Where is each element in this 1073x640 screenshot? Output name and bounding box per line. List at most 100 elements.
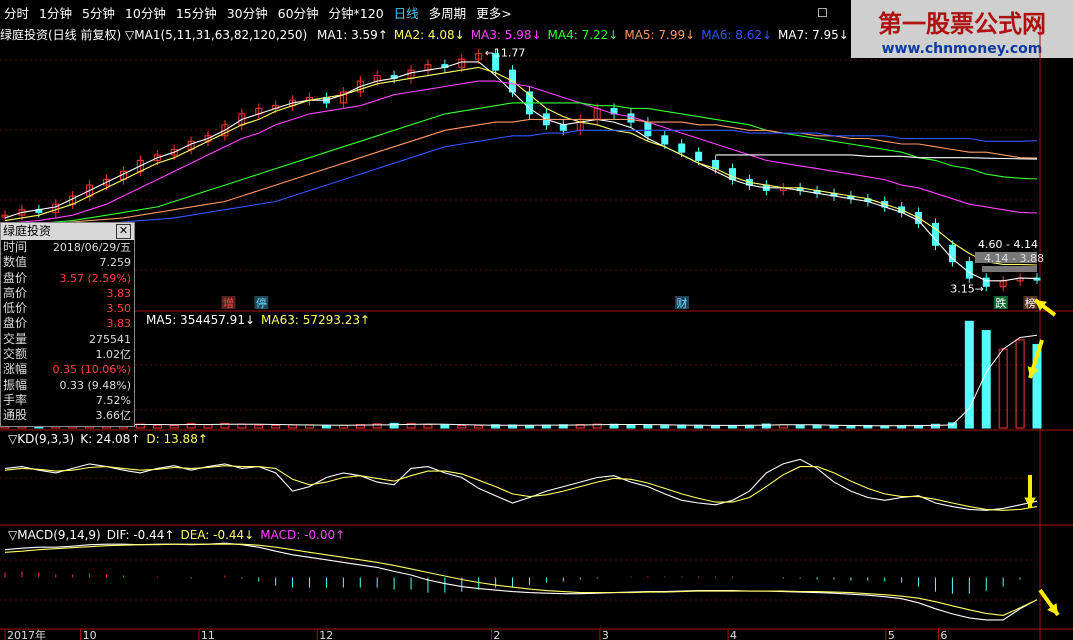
x-tick-label: 3 [602,629,609,640]
volume-bar [203,424,213,429]
macd-label-3: MACD: -0.00↑ [260,528,346,542]
zone-box-2 [982,266,1037,272]
macd_dea-line [4,543,1038,616]
price-ma2-line [4,66,1038,266]
volume-bar [389,422,399,429]
info-row-label: 低价 [3,301,28,316]
volume-bar [643,424,653,429]
macd-label-1: DIF: -0.44↑ [106,528,175,542]
x-tick-label: 2017年 [7,628,46,640]
info-row: 交额 1.02亿 [1,347,134,362]
volume-bar [474,425,484,429]
candle-body [559,124,567,131]
volume-bar [271,424,281,429]
ma-label-5: MA6: 8.62↓ [701,28,773,42]
volume-bar [626,424,636,429]
info-row-value: 3.66亿 [95,409,132,423]
volume-header: MA5: 354457.91↓ MA63: 57293.23↑ [140,313,370,327]
x-tick-label: 2 [493,629,500,640]
zone-upper-label: 4.60 - 4.14 [978,238,1038,251]
info-row: 时间 2018/06/29/五 [1,240,134,255]
info-row: 盘价 3.57 (2.59%) [1,271,134,286]
macd-label-2: DEA: -0.44↓ [180,528,255,542]
info-row-label: 盘价 [3,270,28,285]
ma-label-1: MA2: 4.08↓ [393,28,465,42]
volume-bar [660,425,670,429]
x-tick-label: 4 [730,629,737,640]
info-row: 低价 3.50 [1,301,134,316]
candle-body [644,121,652,137]
info-row-value: 7.259 [99,256,132,270]
kd_d-line [4,465,1038,511]
info-row: 手率 7.52% [1,393,134,408]
info-row-value: 0.33 (9.48%) [59,378,131,392]
info-row-value: 1.02亿 [95,348,132,362]
event-marker-text: 停 [256,296,267,310]
info-row: 交量 275541 [1,332,134,347]
kd-label-0: ▽KD(9,3,3) [8,432,75,446]
volume-bar [998,348,1008,429]
volume-ma5-line [4,334,1038,427]
ma-label-4: MA5: 7.99↓ [624,28,696,42]
candle-body [661,135,669,145]
info-row-label: 时间 [3,240,28,254]
stock-title: 绿庭投资(日线 前复权) [0,28,122,42]
volume-bar [964,320,974,429]
info-row-value: 3.57 (2.59%) [59,271,131,285]
event-marker-text: 财 [677,296,688,310]
info-row: 盘价 3.83 [1,316,134,331]
volume-bar [541,424,551,429]
volume-bar [727,425,737,429]
volume-bar [440,424,450,429]
info-row-value: 3.83 [106,286,132,300]
volume-bar [812,425,822,429]
info-row: 高价 3.83 [1,286,134,301]
volume-bar [880,425,890,429]
info-row-label: 通股 [3,408,28,423]
volume-bar [169,424,179,429]
event-marker-text: 榜 [1025,296,1036,310]
info-row-value: 275541 [89,332,131,346]
volume-bar [423,424,433,429]
volume-bar [288,424,298,429]
x-tick-label: 12 [319,629,333,640]
info-panel[interactable]: 绿庭投资 ✕ 时间 2018/06/29/五 数值 7.259 盘价 3.57 (2.59… [0,222,135,427]
ma-label-2: MA3: 5.98↓ [470,28,542,42]
high-price-label: ←11.77 [485,47,526,60]
kd-header: ▽KD(9,3,3) K: 24.08↑ D: 13.88↑ [2,432,208,446]
volume-bar [795,424,805,429]
volume-bar [152,424,162,429]
kd_k-line [4,458,1038,511]
info-row-value: 3.83 [106,317,132,331]
info-row-label: 涨幅 [3,362,28,377]
x-tick-label: 5 [888,629,895,640]
info-row-label: 盘价 [3,316,28,331]
info-row-label: 手率 [3,392,28,407]
kd-label-1: K: 24.08↑ [80,432,141,446]
main-chart-header: 绿庭投资(日线 前复权) ▽MA1(5,11,31,63,82,120,250)… [0,28,849,42]
info-row-value: 0.35 (10.06%) [52,363,131,377]
x-tick-label: 10 [83,629,97,640]
candle-body [627,113,635,123]
info-row: 振幅 0.33 (9.48%) [1,378,134,393]
volume-bar [524,424,534,429]
info-row-label: 高价 [3,285,28,300]
info-panel-stock-name: 绿庭投资 [3,224,52,238]
info-row: 通股 3.66亿 [1,408,134,423]
volume-bar [254,424,264,429]
candle-body [695,151,703,161]
annotation-arrowhead-2 [1024,497,1036,508]
info-row-value: 3.50 [106,302,132,316]
info-row-label: 振幅 [3,377,28,392]
x-tick-label: 11 [201,629,215,640]
kd-label-2: D: 13.88↑ [146,432,208,446]
price-ma1-line [4,61,1038,282]
volume-label-0: MA5: 354457.91↓ [146,313,256,327]
candle-body [678,143,686,153]
low-price-label: 3.15→ [950,282,984,295]
info-row: 涨幅 0.35 (10.06%) [1,362,134,377]
event-marker-text: 跌 [995,296,1006,310]
info-row-value: 2018/06/29/五 [52,241,131,254]
macd-header: ▽MACD(9,14,9) DIF: -0.44↑ DEA: -0.44↓ MACD:… [2,528,345,542]
close-icon[interactable]: ✕ [116,224,131,239]
